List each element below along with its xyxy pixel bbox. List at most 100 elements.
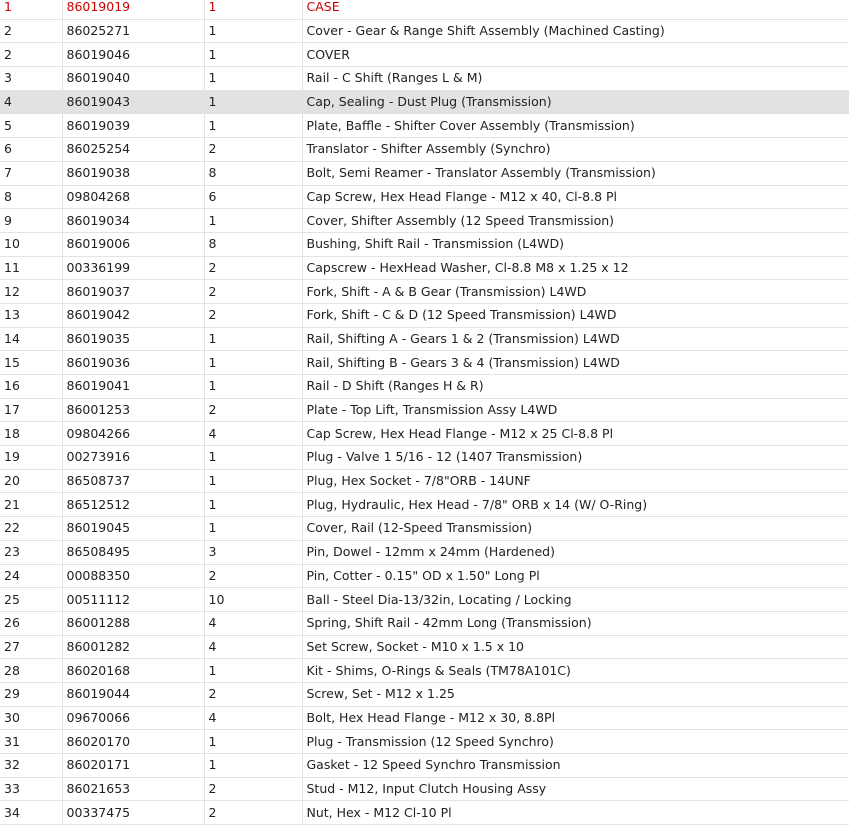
table-row[interactable]: 34 00337475 2 Nut, Hex - M12 Cl-10 Pl [0, 800, 849, 825]
ref-number-cell: 9 [0, 208, 63, 233]
ref-number-cell: 8 [0, 185, 63, 210]
quantity-cell: 8 [204, 232, 303, 257]
table-row[interactable]: 7 86019038 8 Bolt, Semi Reamer - Translator… [0, 161, 849, 186]
description-cell: Gasket - 12 Speed Synchro Transmission [302, 753, 849, 778]
ref-number-cell: 16 [0, 374, 63, 399]
quantity-cell: 1 [204, 19, 303, 44]
ref-number-cell: 3 [0, 66, 63, 91]
table-row[interactable]: 30 09670066 4 Bolt, Hex Head Flange - M12 x… [0, 706, 849, 731]
ref-number-cell: 33 [0, 777, 63, 802]
table-row[interactable]: 2 86025271 1 Cover - Gear & Range Shift Ass… [0, 19, 849, 44]
table-row[interactable]: 13 86019042 2 Fork, Shift - C & D (12 Speed… [0, 303, 849, 328]
part-number-cell: 09804266 [62, 421, 205, 447]
ref-number-cell: 4 [0, 90, 63, 115]
table-row[interactable]: 2 86019046 1 COVER [0, 42, 849, 68]
ref-number-cell: 24 [0, 564, 63, 589]
ref-number-cell: 17 [0, 398, 63, 423]
table-row[interactable]: 15 86019036 1 Rail, Shifting B - Gears 3 & … [0, 350, 849, 375]
table-row[interactable]: 26 86001288 4 Spring, Shift Rail - 42mm Lon… [0, 611, 849, 636]
ref-number-cell: 6 [0, 137, 63, 162]
quantity-cell: 10 [204, 587, 303, 612]
description-cell: Stud - M12, Input Clutch Housing Assy [302, 777, 849, 802]
quantity-cell: 4 [204, 635, 303, 660]
table-row[interactable]: 10 86019006 8 Bushing, Shift Rail - Transmi… [0, 232, 849, 257]
description-cell: Plug, Hex Socket - 7/8"ORB - 14UNF [302, 469, 849, 494]
description-cell: Cover - Gear & Range Shift Assembly (Mac… [302, 19, 849, 44]
table-row[interactable]: 31 86020170 1 Plug - Transmission (12 Speed… [0, 729, 849, 754]
description-cell: Plate - Top Lift, Transmission Assy L4WD [302, 398, 849, 423]
table-row[interactable]: 33 86021653 2 Stud - M12, Input Clutch Hous… [0, 777, 849, 802]
part-number-cell: 86020171 [62, 753, 205, 778]
table-row[interactable]: 29 86019044 2 Screw, Set - M12 x 1.25 [0, 682, 849, 707]
description-cell: Fork, Shift - C & D (12 Speed Transmissi… [302, 303, 849, 328]
table-row[interactable]: 25 00511112 10 Ball - Steel Dia-13/32in, Lo… [0, 587, 849, 612]
table-row[interactable]: 17 86001253 2 Plate - Top Lift, Transmissio… [0, 398, 849, 423]
ref-number-cell: 20 [0, 469, 63, 494]
ref-number-cell: 1 [0, 0, 63, 20]
table-row[interactable]: 11 00336199 2 Capscrew - HexHead Washer, Cl… [0, 256, 849, 281]
table-row[interactable]: 16 86019041 1 Rail - D Shift (Ranges H & R) [0, 374, 849, 399]
description-cell: Bolt, Hex Head Flange - M12 x 30, 8.8Pl [302, 706, 849, 731]
table-row[interactable]: 6 86025254 2 Translator - Shifter Assembly … [0, 137, 849, 162]
table-row[interactable]: 4 86019043 1 Cap, Sealing - Dust Plug (Tran… [0, 90, 849, 115]
parts-table: 1 86019019 1 CASE 2 86025271 1 Cover - Gear & … [0, 0, 849, 825]
table-row[interactable]: 23 86508495 3 Pin, Dowel - 12mm x 24mm (Har… [0, 540, 849, 565]
table-row[interactable]: 14 86019035 1 Rail, Shifting A - Gears 1 & … [0, 327, 849, 352]
table-row[interactable]: 18 09804266 4 Cap Screw, Hex Head Flange - … [0, 421, 849, 447]
table-row[interactable]: 20 86508737 1 Plug, Hex Socket - 7/8"ORB - … [0, 469, 849, 494]
table-row[interactable]: 8 09804268 6 Cap Screw, Hex Head Flange - M… [0, 185, 849, 210]
quantity-cell: 1 [204, 327, 303, 352]
table-row[interactable]: 19 00273916 1 Plug - Valve 1 5/16 - 12 (140… [0, 445, 849, 470]
table-row[interactable]: 3 86019040 1 Rail - C Shift (Ranges L & M) [0, 66, 849, 91]
description-cell: Pin, Cotter - 0.15" OD x 1.50" Long Pl [302, 564, 849, 589]
quantity-cell: 1 [204, 492, 303, 518]
table-row[interactable]: 24 00088350 2 Pin, Cotter - 0.15" OD x 1.50… [0, 564, 849, 589]
table-row[interactable]: 9 86019034 1 Cover, Shifter Assembly (12 Sp… [0, 208, 849, 233]
description-cell: Plate, Baffle - Shifter Cover Assembly (… [302, 113, 849, 139]
description-cell: Plug - Transmission (12 Speed Synchro) [302, 729, 849, 754]
quantity-cell: 1 [204, 350, 303, 375]
quantity-cell: 4 [204, 611, 303, 636]
part-number-cell: 86019037 [62, 279, 205, 304]
part-number-cell: 86019019 [62, 0, 205, 20]
description-cell: Translator - Shifter Assembly (Synchro) [302, 137, 849, 162]
quantity-cell: 1 [204, 66, 303, 91]
quantity-cell: 1 [204, 208, 303, 233]
description-cell: Spring, Shift Rail - 42mm Long (Transmis… [302, 611, 849, 636]
table-row[interactable]: 27 86001282 4 Set Screw, Socket - M10 x 1.5… [0, 635, 849, 660]
table-row[interactable]: 5 86019039 1 Plate, Baffle - Shifter Cover … [0, 113, 849, 139]
table-row[interactable]: 22 86019045 1 Cover, Rail (12-Speed Transmi… [0, 516, 849, 541]
part-number-cell: 86001288 [62, 611, 205, 636]
ref-number-cell: 32 [0, 753, 63, 778]
part-number-cell: 86019045 [62, 516, 205, 541]
table-row[interactable]: 32 86020171 1 Gasket - 12 Speed Synchro Tra… [0, 753, 849, 778]
quantity-cell: 1 [204, 90, 303, 115]
table-row[interactable]: 1 86019019 1 CASE [0, 0, 849, 20]
quantity-cell: 2 [204, 279, 303, 304]
description-cell: COVER [302, 42, 849, 68]
description-cell: Ball - Steel Dia-13/32in, Locating / Loc… [302, 587, 849, 612]
description-cell: Cover, Rail (12-Speed Transmission) [302, 516, 849, 541]
table-row[interactable]: 28 86020168 1 Kit - Shims, O-Rings & Seals … [0, 658, 849, 683]
quantity-cell: 1 [204, 42, 303, 68]
table-row[interactable]: 21 86512512 1 Plug, Hydraulic, Hex Head - 7… [0, 492, 849, 518]
description-cell: Rail - C Shift (Ranges L & M) [302, 66, 849, 91]
part-number-cell: 86025271 [62, 19, 205, 44]
ref-number-cell: 2 [0, 19, 63, 44]
part-number-cell: 86001253 [62, 398, 205, 423]
ref-number-cell: 29 [0, 682, 63, 707]
quantity-cell: 8 [204, 161, 303, 186]
description-cell: Nut, Hex - M12 Cl-10 Pl [302, 800, 849, 825]
table-row[interactable]: 12 86019037 2 Fork, Shift - A & B Gear (Tra… [0, 279, 849, 304]
description-cell: Rail - D Shift (Ranges H & R) [302, 374, 849, 399]
ref-number-cell: 23 [0, 540, 63, 565]
part-number-cell: 86019046 [62, 42, 205, 68]
ref-number-cell: 7 [0, 161, 63, 186]
part-number-cell: 00336199 [62, 256, 205, 281]
parts-table-body: 1 86019019 1 CASE 2 86025271 1 Cover - Gear & … [0, 0, 849, 825]
ref-number-cell: 21 [0, 492, 63, 518]
description-cell: Plug - Valve 1 5/16 - 12 (1407 Transmiss… [302, 445, 849, 470]
quantity-cell: 2 [204, 800, 303, 825]
description-cell: Bushing, Shift Rail - Transmission (L4WD… [302, 232, 849, 257]
quantity-cell: 2 [204, 564, 303, 589]
